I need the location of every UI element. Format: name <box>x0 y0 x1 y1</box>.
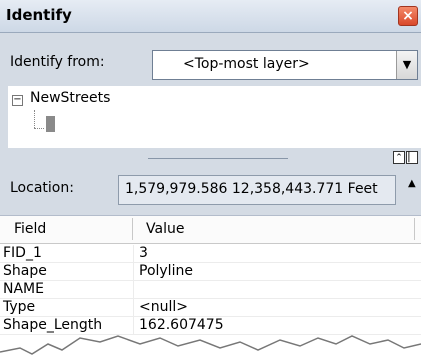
tree-connector <box>34 110 35 128</box>
feature-node[interactable] <box>46 116 55 132</box>
location-value: 1,579,979.586 12,358,443.771 Feet <box>125 181 378 197</box>
field-cell: Shape <box>3 263 47 279</box>
layer-select[interactable]: <Top-most layer> ▼ <box>152 50 418 80</box>
value-cell: <null> <box>139 299 188 315</box>
field-cell: FID_1 <box>3 245 42 261</box>
identify-window: Identify × Identify from: <Top-most laye… <box>0 0 421 361</box>
field-cell: NAME <box>3 281 44 297</box>
cell-divider <box>133 281 134 298</box>
location-field: 1,579,979.586 12,358,443.771 Feet <box>118 175 396 205</box>
table-header: Field Value <box>0 216 421 244</box>
field-cell: Shape_Length <box>3 317 103 333</box>
close-button[interactable]: × <box>398 6 418 26</box>
panel-toggle-icon[interactable]: ▏ <box>406 151 418 164</box>
column-divider[interactable] <box>414 218 415 240</box>
table-row[interactable]: NAME <box>0 281 421 299</box>
close-icon: × <box>402 8 414 24</box>
field-cell: Type <box>3 299 36 315</box>
value-cell: 162.607475 <box>139 317 224 333</box>
tree-connector <box>34 128 44 129</box>
table-row[interactable]: FID_1 3 <box>0 245 421 263</box>
double-chevron-up-icon[interactable]: ⌃ <box>393 151 405 164</box>
panel-splitter[interactable]: ⌃ ▏ <box>0 148 421 168</box>
column-header-value[interactable]: Value <box>146 221 184 237</box>
cell-divider <box>133 299 134 316</box>
value-cell: 3 <box>139 245 148 261</box>
location-menu-icon[interactable]: ▲ <box>408 178 416 189</box>
table-row[interactable]: Type <null> <box>0 299 421 317</box>
cell-divider <box>133 245 134 262</box>
results-tree: − NewStreets <box>8 86 421 148</box>
collapse-icon[interactable]: − <box>12 95 23 106</box>
title-bar[interactable]: Identify × <box>0 0 421 33</box>
torn-edge-decoration <box>0 335 421 360</box>
location-label: Location: <box>10 180 74 196</box>
column-header-field[interactable]: Field <box>14 221 46 237</box>
cell-divider <box>133 263 134 280</box>
splitter-grip[interactable] <box>148 158 288 159</box>
chevron-down-icon[interactable]: ▼ <box>396 51 417 79</box>
window-title: Identify <box>6 6 72 24</box>
identify-from-label: Identify from: <box>10 54 105 70</box>
column-divider[interactable] <box>132 218 133 240</box>
value-cell: Polyline <box>139 263 193 279</box>
tree-layer-newstreets[interactable]: NewStreets <box>30 90 110 106</box>
table-row[interactable]: Shape Polyline <box>0 263 421 281</box>
layer-select-value: <Top-most layer> <box>183 56 310 72</box>
